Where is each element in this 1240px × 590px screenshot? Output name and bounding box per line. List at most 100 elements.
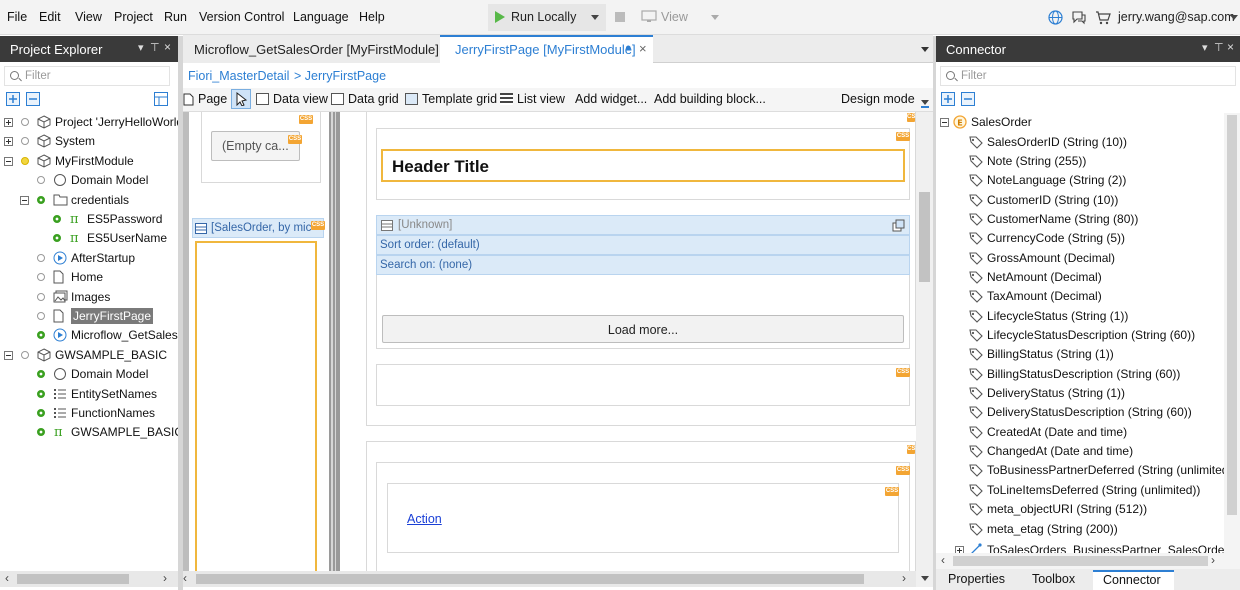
tree-item[interactable]: JerryFirstPage (0, 307, 178, 326)
connector-filter-input[interactable]: Filter (940, 66, 1236, 86)
attribute-item[interactable]: LifecycleStatusDescription (String (60)) (936, 326, 1224, 345)
menu-file[interactable]: File (7, 10, 27, 24)
attribute-item[interactable]: ToBusinessPartnerDeferred (String (unlim… (936, 461, 1224, 480)
chat-icon[interactable] (1071, 10, 1087, 25)
expand-all-icon[interactable] (941, 92, 955, 106)
pin-icon[interactable]: ⊤ (150, 41, 160, 54)
attribute-item[interactable]: meta_objectURI (String (512)) (936, 500, 1224, 519)
search-on-row[interactable]: Search on: (none) (376, 255, 910, 275)
tree-item[interactable]: System (0, 132, 178, 151)
tree-item[interactable]: MyFirstModule (0, 152, 178, 171)
collapse-toggle[interactable] (20, 195, 29, 205)
expand-toggle[interactable] (955, 546, 964, 553)
collapse-all-icon[interactable] (26, 92, 40, 106)
attribute-item[interactable]: Note (String (255)) (936, 152, 1224, 171)
chevron-down-icon[interactable] (921, 576, 929, 581)
add-widget-button[interactable]: Add widget... (575, 92, 647, 106)
attribute-item[interactable]: GrossAmount (Decimal) (936, 249, 1224, 268)
tree-item[interactable]: Project 'JerryHelloWorld' (0, 113, 185, 132)
chevron-down-icon[interactable] (591, 15, 599, 20)
scroll-left-icon[interactable]: ‹ (5, 571, 9, 585)
chevron-down-icon[interactable] (921, 97, 929, 109)
toolbar-data-view-button[interactable]: Data view (256, 92, 328, 106)
tree-item[interactable]: Home (0, 268, 178, 287)
tab-properties[interactable]: Properties (940, 570, 1012, 590)
menu-edit[interactable]: Edit (39, 10, 61, 24)
panel-menu-icon[interactable]: ▾ (1202, 41, 1208, 54)
expand-toggle[interactable] (4, 137, 13, 147)
attribute-item[interactable]: ToLineItemsDeferred (String (unlimited)) (936, 481, 1224, 500)
attribute-item[interactable]: CurrencyCode (String (5)) (936, 229, 1224, 248)
connector-hscroll-thumb[interactable] (953, 556, 1208, 566)
connector-vscroll[interactable] (1224, 113, 1240, 553)
tree-item[interactable]: Domain Model (0, 365, 178, 384)
menu-run[interactable]: Run (164, 10, 187, 24)
collapse-toggle[interactable] (4, 350, 13, 360)
cart-icon[interactable] (1095, 10, 1111, 25)
tab-connector[interactable]: Connector (1093, 570, 1174, 590)
project-hscroll-thumb[interactable] (17, 574, 129, 584)
tree-item[interactable]: Microflow_GetSalesOrder (0, 326, 208, 345)
breadcrumb-page[interactable]: > JerryFirstPage (294, 69, 386, 83)
header-title-box[interactable]: Header Title (381, 149, 905, 182)
attribute-item[interactable]: ChangedAt (Date and time) (936, 442, 1224, 461)
load-more-button[interactable]: Load more... (382, 315, 904, 343)
tab-microflow[interactable]: Microflow_GetSalesOrder [MyFirstModule] (183, 35, 440, 63)
list-view-unknown-header[interactable]: [Unknown] (376, 215, 910, 235)
tree-item[interactable]: credentials (0, 191, 178, 210)
attribute-item[interactable]: NetAmount (Decimal) (936, 268, 1224, 287)
association-row[interactable]: ToSalesOrders_BusinessPartner_SalesOrder (936, 541, 1224, 553)
design-mode-button[interactable]: Design mode (841, 92, 915, 106)
scroll-right-icon[interactable]: › (163, 571, 167, 585)
attribute-item[interactable]: BillingStatusDescription (String (60)) (936, 365, 1224, 384)
expand-toggle[interactable] (4, 118, 13, 127)
sort-order-row[interactable]: Sort order: (default) (376, 235, 910, 255)
connector-hscroll[interactable]: ‹ › (936, 553, 1240, 569)
toolbar-template-grid-button[interactable]: Template grid (405, 92, 497, 106)
tree-item[interactable]: π GWSAMPLE_BASIC (0, 423, 183, 442)
project-filter-input[interactable]: Filter (4, 66, 170, 86)
attribute-item[interactable]: DeliveryStatusDescription (String (60)) (936, 403, 1224, 422)
toolbar-page-button[interactable]: Page (183, 92, 227, 106)
canvas-column-divider[interactable] (329, 112, 336, 571)
attribute-item[interactable]: LifecycleStatus (String (1)) (936, 307, 1224, 326)
panel-menu-icon[interactable]: ▾ (138, 41, 144, 54)
scroll-left-icon[interactable]: ‹ (941, 553, 945, 567)
chevron-down-icon[interactable] (1230, 15, 1238, 20)
tab-toolbox[interactable]: Toolbox (1024, 570, 1090, 590)
editor-vscroll-thumb[interactable] (919, 192, 930, 282)
tree-item[interactable]: GWSAMPLE_BASIC (0, 346, 178, 365)
expand-all-icon[interactable] (6, 92, 20, 106)
view-button[interactable]: View (661, 10, 688, 24)
close-icon[interactable]: × (1227, 40, 1234, 54)
chevron-down-icon[interactable] (711, 15, 719, 20)
collapse-all-icon[interactable] (961, 92, 975, 106)
tree-item[interactable]: Domain Model (0, 171, 178, 190)
user-name[interactable]: jerry.wang@sap.com (1118, 10, 1235, 24)
chevron-down-icon[interactable] (921, 47, 929, 52)
data-source-icon[interactable] (892, 219, 905, 232)
toolbar-data-grid-button[interactable]: Data grid (331, 92, 399, 106)
select-tool-button[interactable] (231, 89, 251, 109)
empty-button[interactable]: (Empty ca... (211, 131, 300, 161)
menu-view[interactable]: View (75, 10, 102, 24)
menu-help[interactable]: Help (359, 10, 385, 24)
editor-hscroll[interactable]: ‹ › (183, 571, 916, 587)
attribute-item[interactable]: NoteLanguage (String (2)) (936, 171, 1224, 190)
pin-icon[interactable]: ⊤ (1214, 41, 1224, 54)
sidebar-list-template[interactable] (195, 241, 317, 571)
collapse-toggle[interactable] (940, 118, 949, 127)
tab-jerryfirstpage[interactable]: JerryFirstPage [MyFirstModule] ● × (440, 35, 653, 63)
attribute-item[interactable]: meta_etag (String (200)) (936, 520, 1224, 539)
tree-item[interactable]: Images (0, 288, 178, 307)
attribute-item[interactable]: BillingStatus (String (1)) (936, 345, 1224, 364)
project-hscroll[interactable]: ‹ › (0, 571, 178, 587)
tree-item[interactable]: FunctionNames (0, 404, 178, 423)
scroll-right-icon[interactable]: › (902, 571, 906, 585)
globe-icon[interactable] (1048, 10, 1063, 25)
sidebar-list-view-header[interactable]: [SalesOrder, by mic CSS (192, 218, 325, 238)
collapse-toggle[interactable] (4, 156, 13, 166)
connector-root-row[interactable]: E SalesOrder (936, 113, 1224, 132)
stop-icon[interactable] (615, 12, 625, 22)
attribute-item[interactable]: DeliveryStatus (String (1)) (936, 384, 1224, 403)
